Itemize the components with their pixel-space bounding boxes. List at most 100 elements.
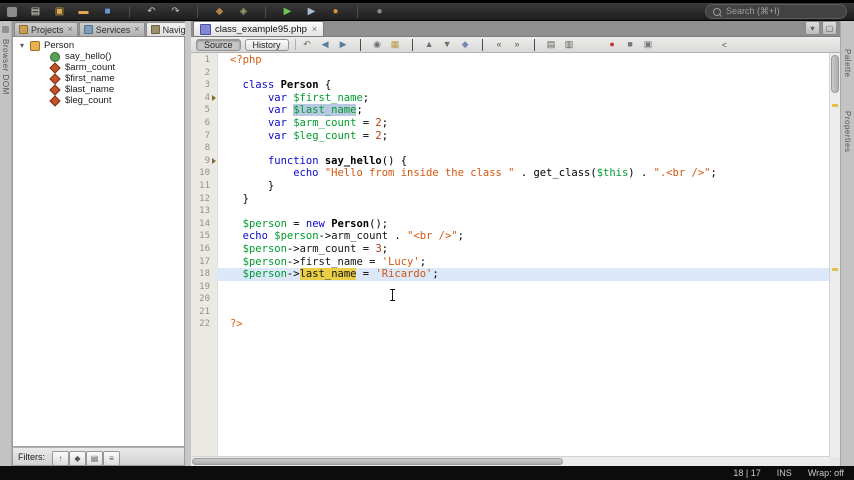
horizontal-scrollbar[interactable] xyxy=(191,456,830,466)
line-number[interactable]: 8 xyxy=(191,142,217,155)
close-icon[interactable]: × xyxy=(312,24,317,34)
open-project-icon[interactable]: ▬ xyxy=(77,5,90,18)
line-number[interactable]: 20 xyxy=(191,293,217,306)
next-bookmark-icon[interactable]: ▼ xyxy=(442,39,453,50)
code-line[interactable]: 4 var $first_name; xyxy=(191,91,830,105)
code-line[interactable]: 17 $person->first_name = 'Lucy'; xyxy=(191,255,830,269)
shift-line-right-icon[interactable]: » xyxy=(512,39,523,50)
line-number[interactable]: 3 xyxy=(191,79,217,92)
new-project-icon[interactable]: ▣ xyxy=(53,5,66,18)
code-line[interactable]: 6 var $arm_count = 2; xyxy=(191,116,830,130)
shift-line-left-icon[interactable]: « xyxy=(494,39,505,50)
stop-macro-recording-icon[interactable]: ■ xyxy=(625,39,636,50)
filter-show-static-icon[interactable]: ▤ xyxy=(86,450,103,466)
line-number[interactable]: 9 xyxy=(191,154,217,168)
vertical-scrollbar[interactable] xyxy=(829,53,840,457)
tab-projects[interactable]: Projects × xyxy=(14,22,78,36)
source-button[interactable]: Source xyxy=(196,38,241,51)
last-edit-position-icon[interactable]: ↶ xyxy=(302,39,313,50)
uncomment-icon[interactable]: ▥ xyxy=(564,39,575,50)
history-button[interactable]: History xyxy=(244,38,289,51)
line-number[interactable]: 14 xyxy=(191,217,217,231)
code-line[interactable]: 16 $person->arm_count = 3; xyxy=(191,242,830,256)
code-line[interactable]: 20 xyxy=(191,293,830,306)
line-number[interactable]: 11 xyxy=(191,179,217,193)
minimized-window-label[interactable]: Palette xyxy=(843,49,852,77)
line-number[interactable]: 22 xyxy=(191,318,217,332)
code-line[interactable]: 12 } xyxy=(191,192,830,206)
line-number[interactable]: 2 xyxy=(191,66,217,80)
left-dock-strip[interactable]: Browser DOM xyxy=(0,21,12,466)
toggle-bookmark-icon[interactable]: ◆ xyxy=(460,39,471,50)
filter-show-inherited-icon[interactable]: ↑ xyxy=(52,450,69,466)
team-server-icon[interactable]: ● xyxy=(373,5,386,18)
build-project-icon[interactable]: ◆ xyxy=(213,5,226,18)
line-number[interactable]: 5 xyxy=(191,104,217,117)
occurrence-stripe-mark[interactable] xyxy=(832,104,838,107)
profile-project-icon[interactable]: ● xyxy=(329,5,342,18)
line-number[interactable]: 18 xyxy=(191,268,217,281)
tab-services[interactable]: Services × xyxy=(78,22,145,36)
right-dock-strip[interactable]: Palette Properties xyxy=(840,21,854,466)
line-number[interactable]: 10 xyxy=(191,167,217,180)
code-line[interactable]: 3 class Person { xyxy=(191,79,830,92)
code-line[interactable]: 15 echo $person->arm_count . "<br />"; xyxy=(191,230,830,243)
code-line[interactable]: 9 function say_hello() { xyxy=(191,154,830,168)
previous-bookmark-icon[interactable]: ▲ xyxy=(424,39,435,50)
navigator-item[interactable]: $arm_count xyxy=(13,61,184,74)
undo-icon[interactable]: ↶ xyxy=(145,5,158,18)
code-line[interactable]: 11 } xyxy=(191,179,830,193)
filter-sort-alpha-icon[interactable]: ≡ xyxy=(103,450,120,466)
occurrence-stripe-mark[interactable] xyxy=(832,268,838,271)
find-selection-icon[interactable]: ◉ xyxy=(372,39,383,50)
line-number[interactable]: 19 xyxy=(191,280,217,294)
debug-project-icon[interactable]: ▶ xyxy=(305,5,318,18)
run-project-icon[interactable]: ▶ xyxy=(281,5,294,18)
code-line[interactable]: 5 var $last_name; xyxy=(191,104,830,117)
code-line[interactable]: 21 xyxy=(191,305,830,319)
filter-show-fields-icon[interactable]: ◆ xyxy=(69,450,86,466)
line-number[interactable]: 12 xyxy=(191,192,217,206)
maximize-window-icon[interactable]: ▢ xyxy=(822,21,837,35)
line-number[interactable]: 1 xyxy=(191,54,217,67)
line-number[interactable]: 16 xyxy=(191,242,217,256)
editor-tab[interactable]: class_example95.php × xyxy=(193,21,325,36)
navigator-item[interactable]: say_hello() xyxy=(13,51,184,62)
save-all-icon[interactable]: ■ xyxy=(101,5,114,18)
code-line[interactable]: 22 ?> xyxy=(191,318,830,332)
line-number[interactable]: 21 xyxy=(191,305,217,319)
scrollbar-thumb[interactable] xyxy=(192,458,563,465)
highlight-search-icon[interactable]: ▦ xyxy=(390,39,401,50)
close-icon[interactable]: × xyxy=(134,25,139,34)
clean-build-project-icon[interactable]: ◈ xyxy=(237,5,250,18)
code-line[interactable]: 10 echo "Hello from inside the class " .… xyxy=(191,167,830,180)
quick-search[interactable]: Search (⌘+I) xyxy=(705,4,847,19)
insert-code-icon[interactable]: ▣ xyxy=(643,39,654,50)
navigator-item[interactable]: $leg_count xyxy=(13,94,184,107)
comment-icon[interactable]: ▤ xyxy=(546,39,557,50)
insert-mode[interactable]: INS xyxy=(777,468,792,478)
collapse-icon[interactable]: ▾ xyxy=(18,41,26,50)
scrollbar-thumb[interactable] xyxy=(831,55,839,93)
new-file-icon[interactable]: ▤ xyxy=(29,5,42,18)
navigator-item-person[interactable]: ▾ Person xyxy=(13,40,184,51)
code-line[interactable]: 7 var $leg_count = 2; xyxy=(191,129,830,143)
forward-icon[interactable]: ▶ xyxy=(338,39,349,50)
code-line[interactable]: 14 $person = new Person(); xyxy=(191,217,830,231)
code-line[interactable]: 1 <?php xyxy=(191,54,830,67)
start-macro-recording-icon[interactable]: ● xyxy=(607,39,618,50)
navigator-item[interactable]: $first_name xyxy=(13,72,184,85)
code-line[interactable]: 18 $person->last_name = 'Ricardo'; xyxy=(191,268,830,281)
navigator-item[interactable]: $last_name xyxy=(13,83,184,96)
tab-list-icon[interactable]: ▾ xyxy=(805,21,820,35)
back-icon[interactable]: ◀ xyxy=(320,39,331,50)
line-number[interactable]: 17 xyxy=(191,255,217,269)
code-line[interactable]: 8 xyxy=(191,142,830,155)
toolbar-overflow-icon[interactable]: < xyxy=(722,40,727,50)
minimized-window-label[interactable]: Browser DOM xyxy=(1,39,10,95)
line-number[interactable]: 6 xyxy=(191,116,217,130)
line-number[interactable]: 4 xyxy=(191,91,217,105)
redo-icon[interactable]: ↷ xyxy=(169,5,182,18)
line-number[interactable]: 7 xyxy=(191,129,217,143)
minimized-window-label[interactable]: Properties xyxy=(843,111,852,152)
